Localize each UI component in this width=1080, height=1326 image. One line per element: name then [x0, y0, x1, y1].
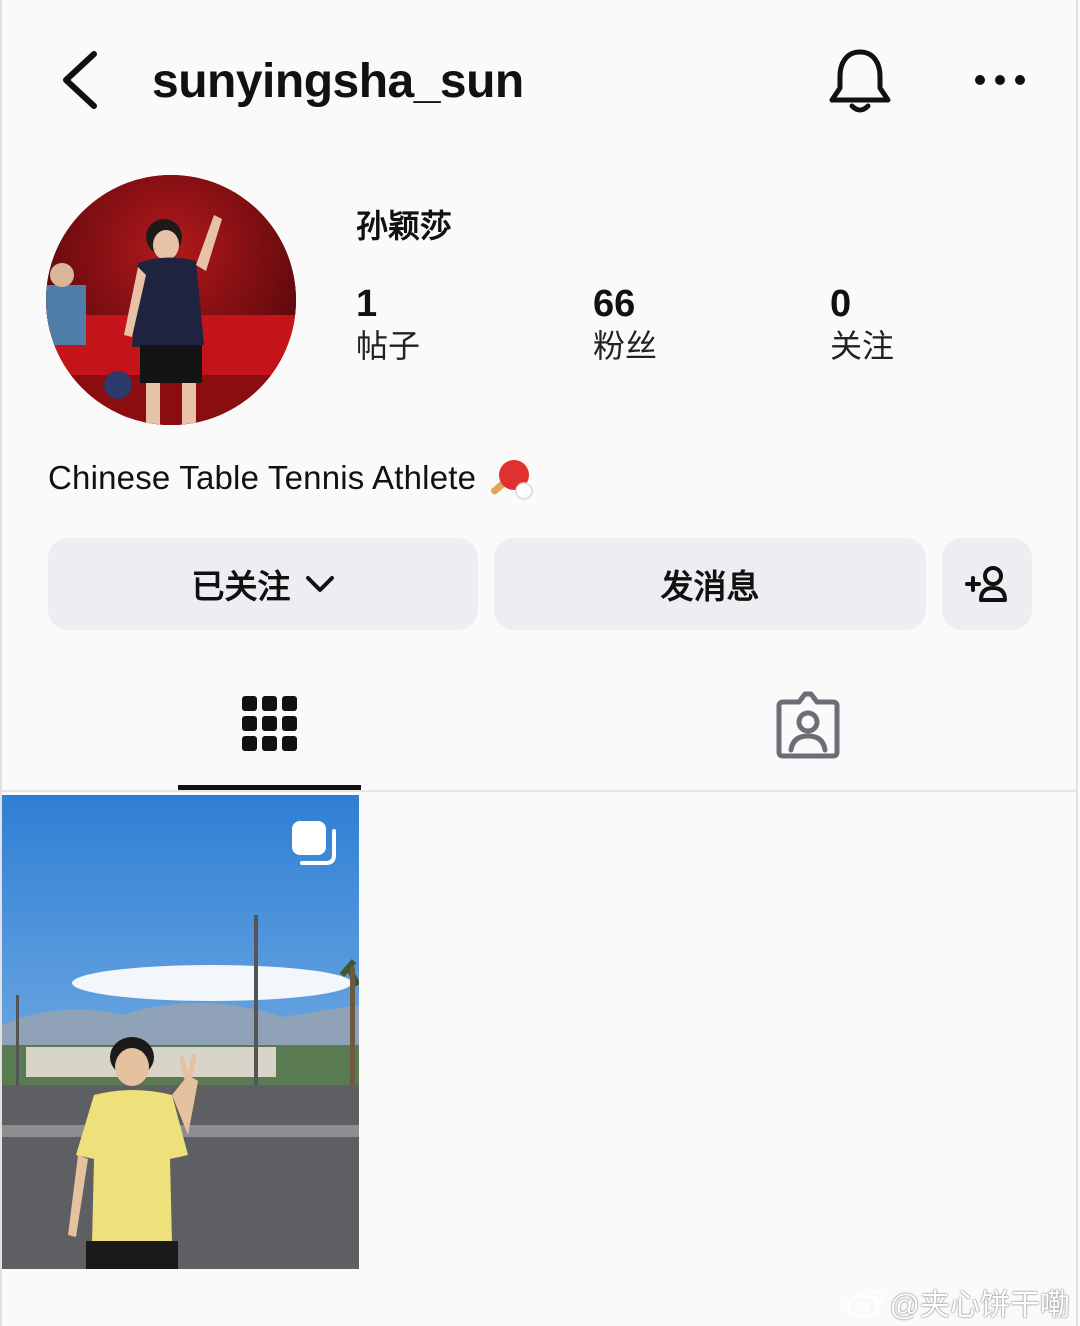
- following-button-label: 已关注: [191, 568, 291, 605]
- display-name: 孙颖莎: [356, 208, 453, 244]
- followers-count[interactable]: 66 粉丝: [593, 282, 657, 366]
- tab-tagged[interactable]: [716, 690, 899, 770]
- add-user-button[interactable]: [942, 538, 1032, 630]
- following-button[interactable]: 已关注: [48, 538, 478, 630]
- chevron-down-icon: [305, 576, 334, 592]
- message-button[interactable]: 发消息: [494, 538, 926, 630]
- profile-avatar[interactable]: [46, 175, 296, 425]
- posts-count-value: 1: [356, 283, 378, 325]
- followers-count-label: 粉丝: [593, 328, 658, 364]
- weibo-icon: [846, 1290, 883, 1318]
- following-count[interactable]: 0 关注: [830, 282, 894, 366]
- tagged-person-icon: [776, 691, 839, 759]
- profile-username: sunyingsha_sun: [152, 55, 524, 108]
- ping-pong-icon: [491, 460, 533, 501]
- multiple-photos-icon: [292, 821, 336, 865]
- tab-divider: [0, 790, 1078, 792]
- message-button-label: 发消息: [660, 568, 760, 605]
- posts-count[interactable]: 1 帖子: [356, 282, 420, 366]
- followers-count-value: 66: [593, 283, 636, 325]
- back-arrow-icon[interactable]: [58, 48, 106, 112]
- bio-text: Chinese Table Tennis Athlete: [48, 459, 477, 496]
- tab-grid[interactable]: [178, 690, 361, 770]
- posts-count-label: 帖子: [356, 328, 421, 364]
- watermark-text: @夹心饼干嘞: [889, 1289, 1070, 1322]
- post-thumbnail[interactable]: [2, 795, 359, 1269]
- following-count-value: 0: [830, 283, 852, 325]
- grid-icon: [241, 696, 297, 751]
- add-user-icon: [965, 566, 1007, 602]
- bell-icon[interactable]: [826, 44, 894, 116]
- profile-bio: Chinese Table Tennis Athlete: [48, 455, 534, 503]
- more-options-icon[interactable]: [972, 62, 1028, 98]
- following-count-label: 关注: [830, 328, 895, 364]
- watermark: @夹心饼干嘞: [846, 1280, 1070, 1324]
